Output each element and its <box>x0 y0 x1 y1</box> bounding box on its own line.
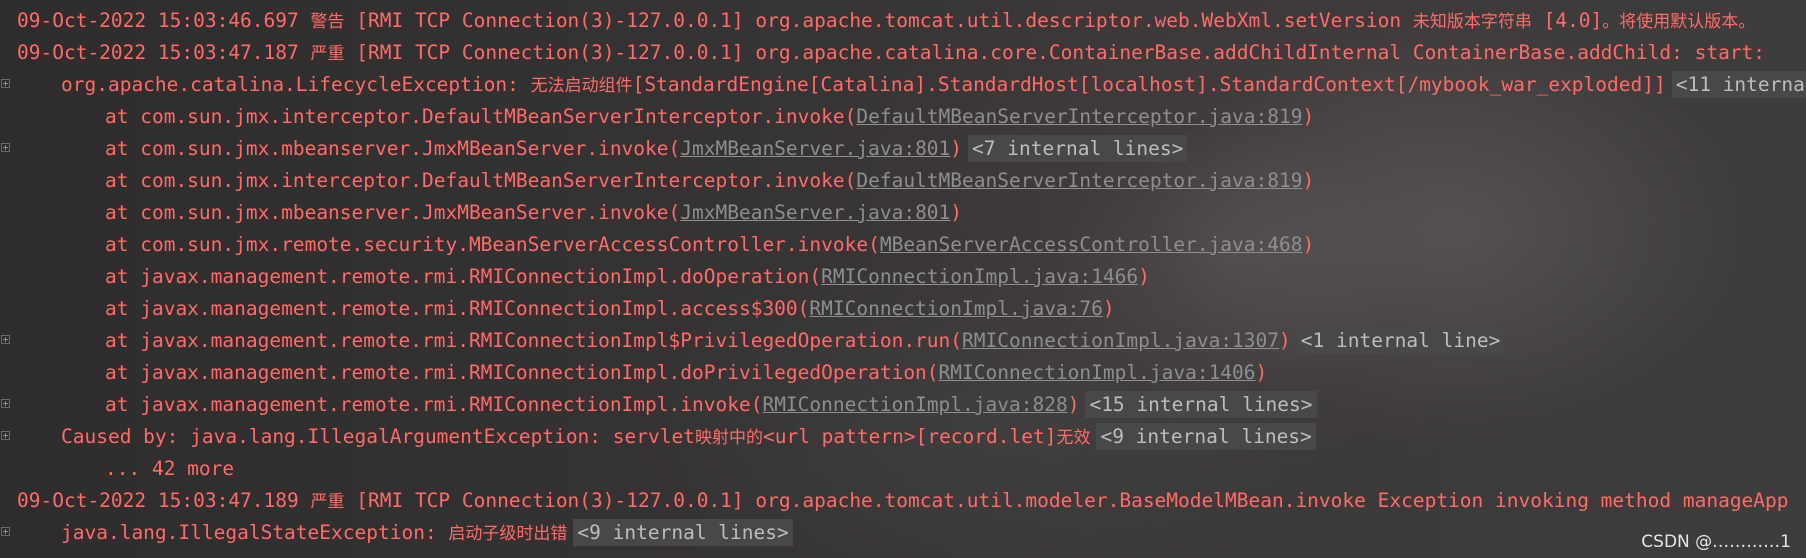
source-link[interactable]: DefaultMBeanServerInterceptor.java:819 <box>856 169 1302 192</box>
log-text: 警告 <box>310 12 345 32</box>
fold-toggle-icon[interactable] <box>1 527 10 536</box>
log-text: 启动子级时出错 <box>448 524 568 544</box>
frame-text: ) <box>1102 297 1115 320</box>
log-text: Caused by: java.lang.IllegalArgumentExce… <box>61 425 695 448</box>
source-link[interactable]: DefaultMBeanServerInterceptor.java:819 <box>856 105 1302 128</box>
frame-text: ) <box>950 201 963 224</box>
frame-text: ) <box>1255 361 1268 384</box>
internal-lines-badge[interactable]: <11 internal lines> <box>1671 71 1806 98</box>
frame-text: at javax.management.remote.rmi.RMIConnec… <box>105 297 810 320</box>
frame-text: ) <box>950 137 963 160</box>
internal-lines-badge[interactable]: <15 internal lines> <box>1085 391 1317 418</box>
log-text: ... 42 more <box>105 457 235 480</box>
log-text: 09-Oct-2022 15:03:47.187 <box>17 41 311 64</box>
log-text: 。将使用默认版本。 <box>1602 12 1756 32</box>
fold-toggle-icon[interactable] <box>1 335 10 344</box>
log-text: 09-Oct-2022 15:03:47.189 <box>17 489 311 512</box>
source-link[interactable]: RMIConnectionImpl.java:76 <box>809 297 1103 320</box>
log-text: [RMI TCP Connection(3)-127.0.0.1] org.ap… <box>344 41 1766 64</box>
log-text: org.apache.catalina.LifecycleException: <box>61 73 531 96</box>
log-text: java.lang.IllegalStateException: <box>61 521 449 544</box>
log-text: 无效 <box>1056 428 1091 448</box>
watermark: CSDN @…………1 <box>1641 532 1791 552</box>
log-text: <url pattern>[record.let] <box>762 425 1057 448</box>
frame-text: ) <box>1279 329 1291 352</box>
frame-text: ) <box>1302 169 1315 192</box>
internal-lines-badge[interactable]: <7 internal lines> <box>968 135 1188 162</box>
source-link[interactable]: RMIConnectionImpl.java:1307 <box>962 329 1279 352</box>
frame-text: ) <box>1302 105 1315 128</box>
frame-text: at com.sun.jmx.remote.security.MBeanServ… <box>105 233 880 256</box>
frame-text: at com.sun.jmx.mbeanserver.JmxMBeanServe… <box>105 137 681 160</box>
log-text: 严重 <box>310 44 345 64</box>
log-text: 无法启动组件 <box>530 76 633 96</box>
frame-text: at com.sun.jmx.mbeanserver.JmxMBeanServe… <box>105 201 681 224</box>
frame-text: ) <box>1067 393 1080 416</box>
fold-toggle-icon[interactable] <box>1 79 10 88</box>
log-text: [StandardEngine[Catalina].StandardHost[l… <box>632 73 1666 96</box>
frame-text: at javax.management.remote.rmi.RMIConnec… <box>105 265 822 288</box>
console-output: 09-Oct-2022 15:03:46.697 警告 [RMI TCP Con… <box>0 0 1806 558</box>
frame-text: at com.sun.jmx.interceptor.DefaultMBeanS… <box>105 169 857 192</box>
frame-text: at javax.management.remote.rmi.RMIConnec… <box>105 361 939 384</box>
source-link[interactable]: JmxMBeanServer.java:801 <box>680 137 950 160</box>
fold-toggle-icon[interactable] <box>1 431 10 440</box>
log-text: [4.0] <box>1531 9 1603 32</box>
log-text: [RMI TCP Connection(3)-127.0.0.1] org.ap… <box>344 9 1413 32</box>
internal-lines-badge[interactable]: <9 internal lines> <box>1096 423 1316 450</box>
source-link[interactable]: JmxMBeanServer.java:801 <box>680 201 950 224</box>
frame-text: at javax.management.remote.rmi.RMIConnec… <box>105 329 963 352</box>
internal-lines-badge[interactable]: <1 internal line> <box>1296 327 1505 354</box>
fold-toggle-icon[interactable] <box>1 399 10 408</box>
log-text: 严重 <box>310 492 345 512</box>
source-link[interactable]: RMIConnectionImpl.java:1406 <box>939 361 1256 384</box>
frame-text: ) <box>1302 233 1315 256</box>
frame-text: at javax.management.remote.rmi.RMIConnec… <box>105 393 763 416</box>
fold-toggle-icon[interactable] <box>1 143 10 152</box>
log-text: 未知版本字符串 <box>1412 12 1532 32</box>
log-text: 09-Oct-2022 15:03:46.697 <box>17 9 311 32</box>
source-link[interactable]: MBeanServerAccessController.java:468 <box>880 233 1303 256</box>
source-link[interactable]: RMIConnectionImpl.java:828 <box>762 393 1067 416</box>
log-text: 映射中的 <box>694 428 763 448</box>
frame-text: ) <box>1138 265 1150 288</box>
source-link[interactable]: RMIConnectionImpl.java:1466 <box>821 265 1138 288</box>
log-text: [RMI TCP Connection(3)-127.0.0.1] org.ap… <box>344 489 1789 512</box>
internal-lines-badge[interactable]: <9 internal lines> <box>573 519 793 546</box>
frame-text: at com.sun.jmx.interceptor.DefaultMBeanS… <box>105 105 857 128</box>
